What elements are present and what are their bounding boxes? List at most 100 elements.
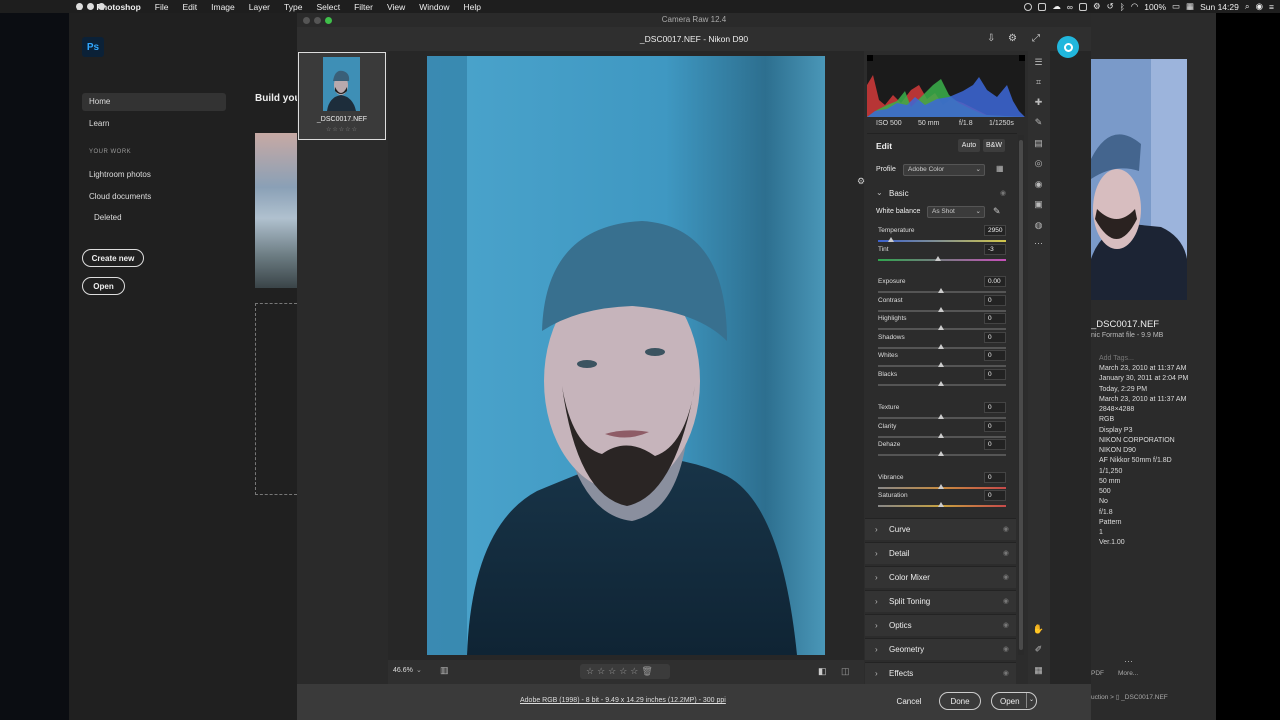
- trash-icon[interactable]: 🗑: [641, 666, 655, 676]
- nav-lightroom-photos[interactable]: Lightroom photos: [82, 166, 226, 184]
- open-options-chevron-icon[interactable]: ⌄: [1026, 693, 1036, 708]
- slider-thumb[interactable]: [938, 502, 944, 507]
- time-machine-icon[interactable]: ↺: [1107, 1, 1114, 12]
- more-options-icon[interactable]: ⋯: [1032, 237, 1045, 250]
- creative-cloud-avatar[interactable]: [1057, 36, 1079, 58]
- menu-select[interactable]: Select: [309, 2, 347, 12]
- open-image-button[interactable]: Open ⌄: [991, 692, 1037, 710]
- eyedropper-icon[interactable]: ✎: [993, 206, 1001, 217]
- cloud-icon[interactable]: ☁: [1052, 1, 1061, 12]
- pdf-label[interactable]: PDF: [1091, 670, 1104, 677]
- hand-tool-icon[interactable]: ✋: [1032, 623, 1045, 636]
- nav-deleted[interactable]: Deleted: [82, 209, 226, 227]
- slider-temperature[interactable]: Temperature 2950: [876, 225, 1006, 245]
- menu-view[interactable]: View: [380, 2, 412, 12]
- section-color-mixer[interactable]: › Color Mixer ◉: [865, 566, 1016, 588]
- auto-button[interactable]: Auto: [958, 139, 980, 152]
- minimize-dialog-button[interactable]: [314, 17, 321, 24]
- bw-button[interactable]: B&W: [983, 139, 1005, 152]
- white-balance-dropdown[interactable]: As Shot ⌄: [927, 206, 985, 218]
- slider-texture[interactable]: Texture 0: [876, 402, 1006, 422]
- slider-track[interactable]: [878, 240, 1006, 242]
- section-optics[interactable]: › Optics ◉: [865, 614, 1016, 636]
- zoom-window-button[interactable]: [98, 3, 105, 10]
- section-effects[interactable]: › Effects ◉: [865, 662, 1016, 684]
- radial-filter-icon[interactable]: ◎: [1032, 157, 1045, 170]
- slider-value-field[interactable]: 0: [984, 369, 1006, 380]
- shield-icon[interactable]: [1078, 2, 1087, 11]
- clock[interactable]: Sun 14:29: [1200, 2, 1239, 12]
- drop-zone[interactable]: [255, 303, 297, 495]
- filmstrip-thumbnail[interactable]: [323, 57, 360, 111]
- more-label[interactable]: More...: [1118, 670, 1138, 677]
- breadcrumb-folder[interactable]: uction: [1091, 694, 1108, 701]
- slider-highlights[interactable]: Highlights 0: [876, 313, 1006, 333]
- grid-icon[interactable]: [1038, 2, 1047, 11]
- slider-thumb[interactable]: [935, 256, 942, 261]
- filmstrip-toggle-icon[interactable]: ▥: [440, 665, 449, 676]
- visibility-eye-icon[interactable]: ◉: [1003, 549, 1009, 557]
- slider-value-field[interactable]: 0: [984, 332, 1006, 343]
- slider-dehaze[interactable]: Dehaze 0: [876, 439, 1006, 459]
- menu-window[interactable]: Window: [412, 2, 456, 12]
- red-eye-icon[interactable]: ◉: [1032, 178, 1045, 191]
- workflow-options-link[interactable]: Adobe RGB (1998) - 8 bit - 9.49 x 14.29 …: [520, 697, 726, 704]
- visibility-eye-icon[interactable]: ◉: [1000, 189, 1006, 197]
- slider-value-field[interactable]: 0: [984, 472, 1006, 483]
- slider-thumb[interactable]: [938, 451, 944, 456]
- nav-cloud-documents[interactable]: Cloud documents: [82, 188, 226, 206]
- visibility-eye-icon[interactable]: ◉: [1003, 573, 1009, 581]
- slider-saturation[interactable]: Saturation 0: [876, 490, 1006, 510]
- zoom-dialog-button[interactable]: [325, 17, 332, 24]
- menu-file[interactable]: File: [148, 2, 176, 12]
- menu-image[interactable]: Image: [204, 2, 242, 12]
- edit-sliders-icon[interactable]: ☰: [1032, 56, 1045, 69]
- slider-value-field[interactable]: 0: [984, 295, 1006, 306]
- bluetooth-icon[interactable]: ᛒ: [1120, 2, 1125, 12]
- slider-exposure[interactable]: Exposure 0.00: [876, 276, 1006, 296]
- slider-track[interactable]: [878, 259, 1006, 261]
- presets-icon[interactable]: ◍: [1032, 219, 1045, 232]
- close-dialog-button[interactable]: [303, 17, 310, 24]
- section-curve[interactable]: › Curve ◉: [865, 518, 1016, 540]
- color-sampler-icon[interactable]: ✐: [1032, 643, 1045, 656]
- slider-thumb[interactable]: [938, 344, 944, 349]
- visibility-eye-icon[interactable]: ◉: [1003, 669, 1009, 677]
- slider-value-field[interactable]: -3: [984, 244, 1006, 255]
- recent-file-thumbnail[interactable]: [255, 133, 297, 288]
- crop-icon[interactable]: ⌗: [1032, 76, 1045, 89]
- fullscreen-icon[interactable]: ⤢: [1032, 27, 1040, 51]
- visibility-eye-icon[interactable]: ◉: [1003, 525, 1009, 533]
- siri-icon[interactable]: ◉: [1256, 1, 1263, 12]
- close-window-button[interactable]: [76, 3, 83, 10]
- battery-icon[interactable]: ▭: [1172, 1, 1180, 12]
- brush-icon[interactable]: ✎: [1032, 116, 1045, 129]
- snapshots-icon[interactable]: ▣: [1032, 198, 1045, 211]
- slider-thumb[interactable]: [938, 414, 944, 419]
- slider-value-field[interactable]: 0: [984, 439, 1006, 450]
- scrollbar-thumb[interactable]: [1019, 140, 1023, 650]
- graduated-filter-icon[interactable]: ▤: [1032, 137, 1045, 150]
- spot-removal-icon[interactable]: ✚: [1032, 96, 1045, 109]
- slider-thumb[interactable]: [938, 433, 944, 438]
- slider-thumb[interactable]: [938, 325, 944, 330]
- slider-thumb[interactable]: [938, 362, 944, 367]
- slider-value-field[interactable]: 0: [984, 402, 1006, 413]
- visibility-eye-icon[interactable]: ◉: [1003, 645, 1009, 653]
- slider-value-field[interactable]: 0: [984, 421, 1006, 432]
- view-toggle-icon[interactable]: ◧: [818, 666, 827, 677]
- zoom-dropdown-icon[interactable]: ⌄: [416, 666, 422, 674]
- creative-cloud-icon[interactable]: ∞: [1067, 2, 1073, 12]
- search-icon[interactable]: ⌕: [1245, 1, 1250, 12]
- flag-icon[interactable]: ▦: [1186, 1, 1194, 12]
- slider-thumb[interactable]: [938, 307, 944, 312]
- wifi-icon[interactable]: ◠: [1131, 1, 1138, 12]
- section-split-toning[interactable]: › Split Toning ◉: [865, 590, 1016, 612]
- breadcrumb-file[interactable]: _DSC0017.NEF: [1121, 694, 1168, 701]
- notification-icon[interactable]: ≡: [1269, 2, 1274, 12]
- filmstrip-rating[interactable]: ☆☆☆☆☆: [298, 126, 386, 133]
- before-after-icon[interactable]: ◫: [841, 666, 850, 677]
- create-new-button[interactable]: Create new: [82, 249, 144, 267]
- open-button[interactable]: Open: [82, 277, 125, 295]
- rating-stars[interactable]: ☆☆☆☆☆🗑: [580, 664, 670, 679]
